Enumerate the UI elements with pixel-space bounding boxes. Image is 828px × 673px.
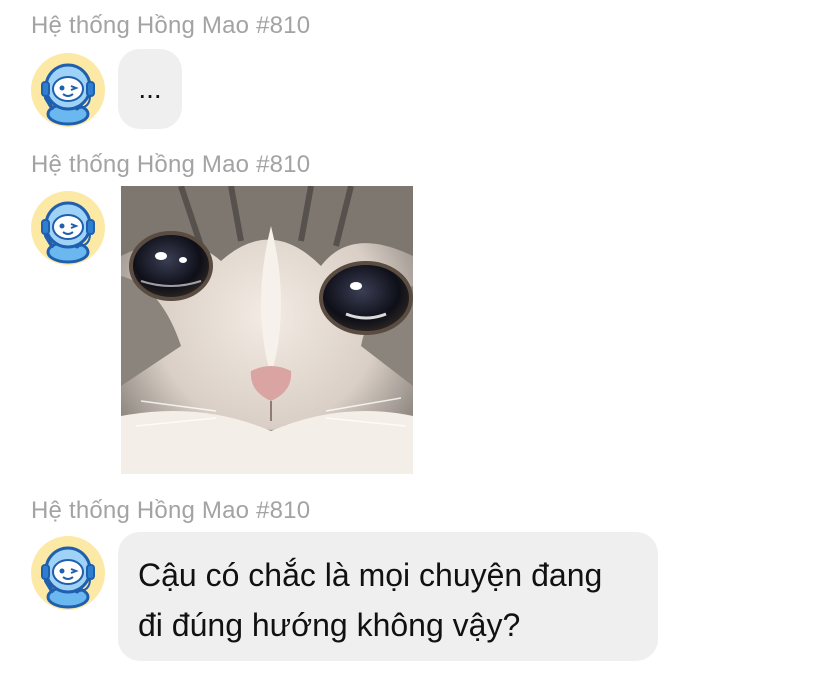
message-text-line: đi đúng hướng không vậy? <box>138 607 521 643</box>
message-bubble[interactable]: Cậu có chắc là mọi chuyện đang đi đúng h… <box>118 532 658 661</box>
robot-avatar-icon[interactable] <box>30 190 106 266</box>
message-text-line: Cậu có chắc là mọi chuyện đang <box>138 557 603 593</box>
message-bubble[interactable]: ... <box>118 49 182 129</box>
sender-name: Hệ thống Hồng Mao #810 <box>31 151 311 178</box>
robot-avatar-icon[interactable] <box>30 52 106 128</box>
sender-name: Hệ thống Hồng Mao #810 <box>31 12 311 39</box>
sender-name: Hệ thống Hồng Mao #810 <box>31 497 311 524</box>
message-text: ... <box>138 73 162 104</box>
robot-avatar-icon[interactable] <box>30 535 106 611</box>
crying-cat-image[interactable] <box>121 186 413 474</box>
